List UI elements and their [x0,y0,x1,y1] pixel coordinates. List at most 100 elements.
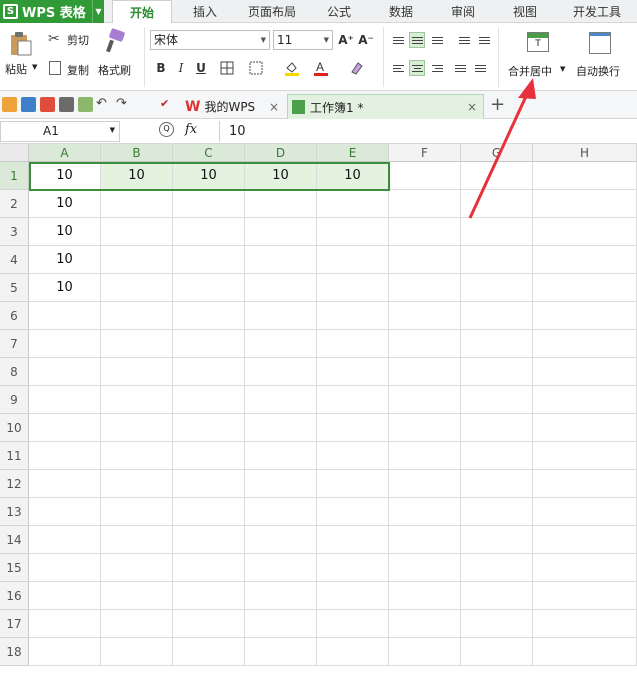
format-painter-button[interactable] [104,28,128,56]
select-all-corner[interactable] [0,144,29,162]
name-box[interactable]: A1 ▼ [0,121,120,142]
row-header-8[interactable]: 8 [0,358,29,386]
cell-a12[interactable] [29,470,101,498]
cell-e11[interactable] [317,442,389,470]
cell-d16[interactable] [245,582,317,610]
cell-f4[interactable] [389,246,461,274]
cell-h11[interactable] [533,442,637,470]
cell-g5[interactable] [461,274,533,302]
wrap-text-icon[interactable] [589,32,611,54]
cell-b2[interactable] [101,190,173,218]
cut-button[interactable]: 剪切 [67,32,89,48]
cell-b16[interactable] [101,582,173,610]
cell-e6[interactable] [317,302,389,330]
align-bottom-icon[interactable] [429,32,445,48]
zoom-formula-icon[interactable]: Q [159,122,174,137]
cell-c6[interactable] [173,302,245,330]
fill-color-icon[interactable] [284,60,300,76]
close-icon[interactable]: × [467,100,477,114]
cell-h7[interactable] [533,330,637,358]
cell-f12[interactable] [389,470,461,498]
cell-b4[interactable] [101,246,173,274]
cell-g4[interactable] [461,246,533,274]
align-left-icon[interactable] [390,60,406,76]
cell-d4[interactable] [245,246,317,274]
cell-f7[interactable] [389,330,461,358]
cell-d8[interactable] [245,358,317,386]
decrease-font-icon[interactable]: A⁻ [358,32,374,48]
cell-c9[interactable] [173,386,245,414]
cell-h10[interactable] [533,414,637,442]
bold-icon[interactable]: B [153,60,169,76]
row-header-17[interactable]: 17 [0,610,29,638]
tab-view[interactable]: 视图 [498,0,552,23]
row-header-9[interactable]: 9 [0,386,29,414]
row-header-5[interactable]: 5 [0,274,29,302]
row-header-7[interactable]: 7 [0,330,29,358]
cell-a7[interactable] [29,330,101,358]
cell-c17[interactable] [173,610,245,638]
cell-d1[interactable]: 10 [245,162,317,190]
cell-g15[interactable] [461,554,533,582]
cell-c11[interactable] [173,442,245,470]
cell-b8[interactable] [101,358,173,386]
cell-c15[interactable] [173,554,245,582]
column-header-e[interactable]: E [317,144,389,162]
new-tab-icon[interactable]: + [490,94,505,115]
row-header-3[interactable]: 3 [0,218,29,246]
chevron-down-icon[interactable]: ▼ [110,126,115,134]
cell-a11[interactable] [29,442,101,470]
cell-h18[interactable] [533,638,637,666]
tab-page-layout[interactable]: 页面布局 [236,0,308,23]
cell-e4[interactable] [317,246,389,274]
cell-c12[interactable] [173,470,245,498]
cell-d18[interactable] [245,638,317,666]
cell-d2[interactable] [245,190,317,218]
cell-d15[interactable] [245,554,317,582]
tab-insert[interactable]: 插入 [178,0,232,23]
distributed-align-icon[interactable] [472,60,488,76]
tab-developer[interactable]: 开发工具 [560,0,634,23]
cell-d3[interactable] [245,218,317,246]
font-name-select[interactable]: 宋体 ▼ [150,30,270,50]
cell-f11[interactable] [389,442,461,470]
row-header-12[interactable]: 12 [0,470,29,498]
wrap-text-button[interactable]: 自动换行 [576,63,620,79]
cell-e2[interactable] [317,190,389,218]
column-header-h[interactable]: H [533,144,637,162]
align-center-icon[interactable] [409,60,425,76]
app-menu-button[interactable]: S WPS 表格 ▼ [0,0,104,23]
cell-b6[interactable] [101,302,173,330]
cell-c4[interactable] [173,246,245,274]
cell-h8[interactable] [533,358,637,386]
cell-e14[interactable] [317,526,389,554]
cell-e17[interactable] [317,610,389,638]
column-header-a[interactable]: A [29,144,101,162]
column-header-f[interactable]: F [389,144,461,162]
cell-a6[interactable] [29,302,101,330]
cell-d12[interactable] [245,470,317,498]
cell-e16[interactable] [317,582,389,610]
print-icon[interactable] [59,97,74,112]
column-header-b[interactable]: B [101,144,173,162]
align-right-icon[interactable] [429,60,445,76]
cell-h5[interactable] [533,274,637,302]
cell-c16[interactable] [173,582,245,610]
increase-font-icon[interactable]: A⁺ [338,32,354,48]
format-painter-label[interactable]: 格式刷 [98,62,131,78]
cell-d14[interactable] [245,526,317,554]
cell-f6[interactable] [389,302,461,330]
cell-f15[interactable] [389,554,461,582]
column-header-c[interactable]: C [173,144,245,162]
fill-pattern-icon[interactable] [248,60,264,76]
cell-g13[interactable] [461,498,533,526]
justify-icon[interactable] [452,60,468,76]
cell-c1[interactable]: 10 [173,162,245,190]
cell-e3[interactable] [317,218,389,246]
decrease-indent-icon[interactable] [456,32,472,48]
cell-c7[interactable] [173,330,245,358]
cell-g18[interactable] [461,638,533,666]
italic-icon[interactable]: I [173,60,189,76]
tab-home[interactable]: 开始 [112,0,172,24]
cell-g12[interactable] [461,470,533,498]
